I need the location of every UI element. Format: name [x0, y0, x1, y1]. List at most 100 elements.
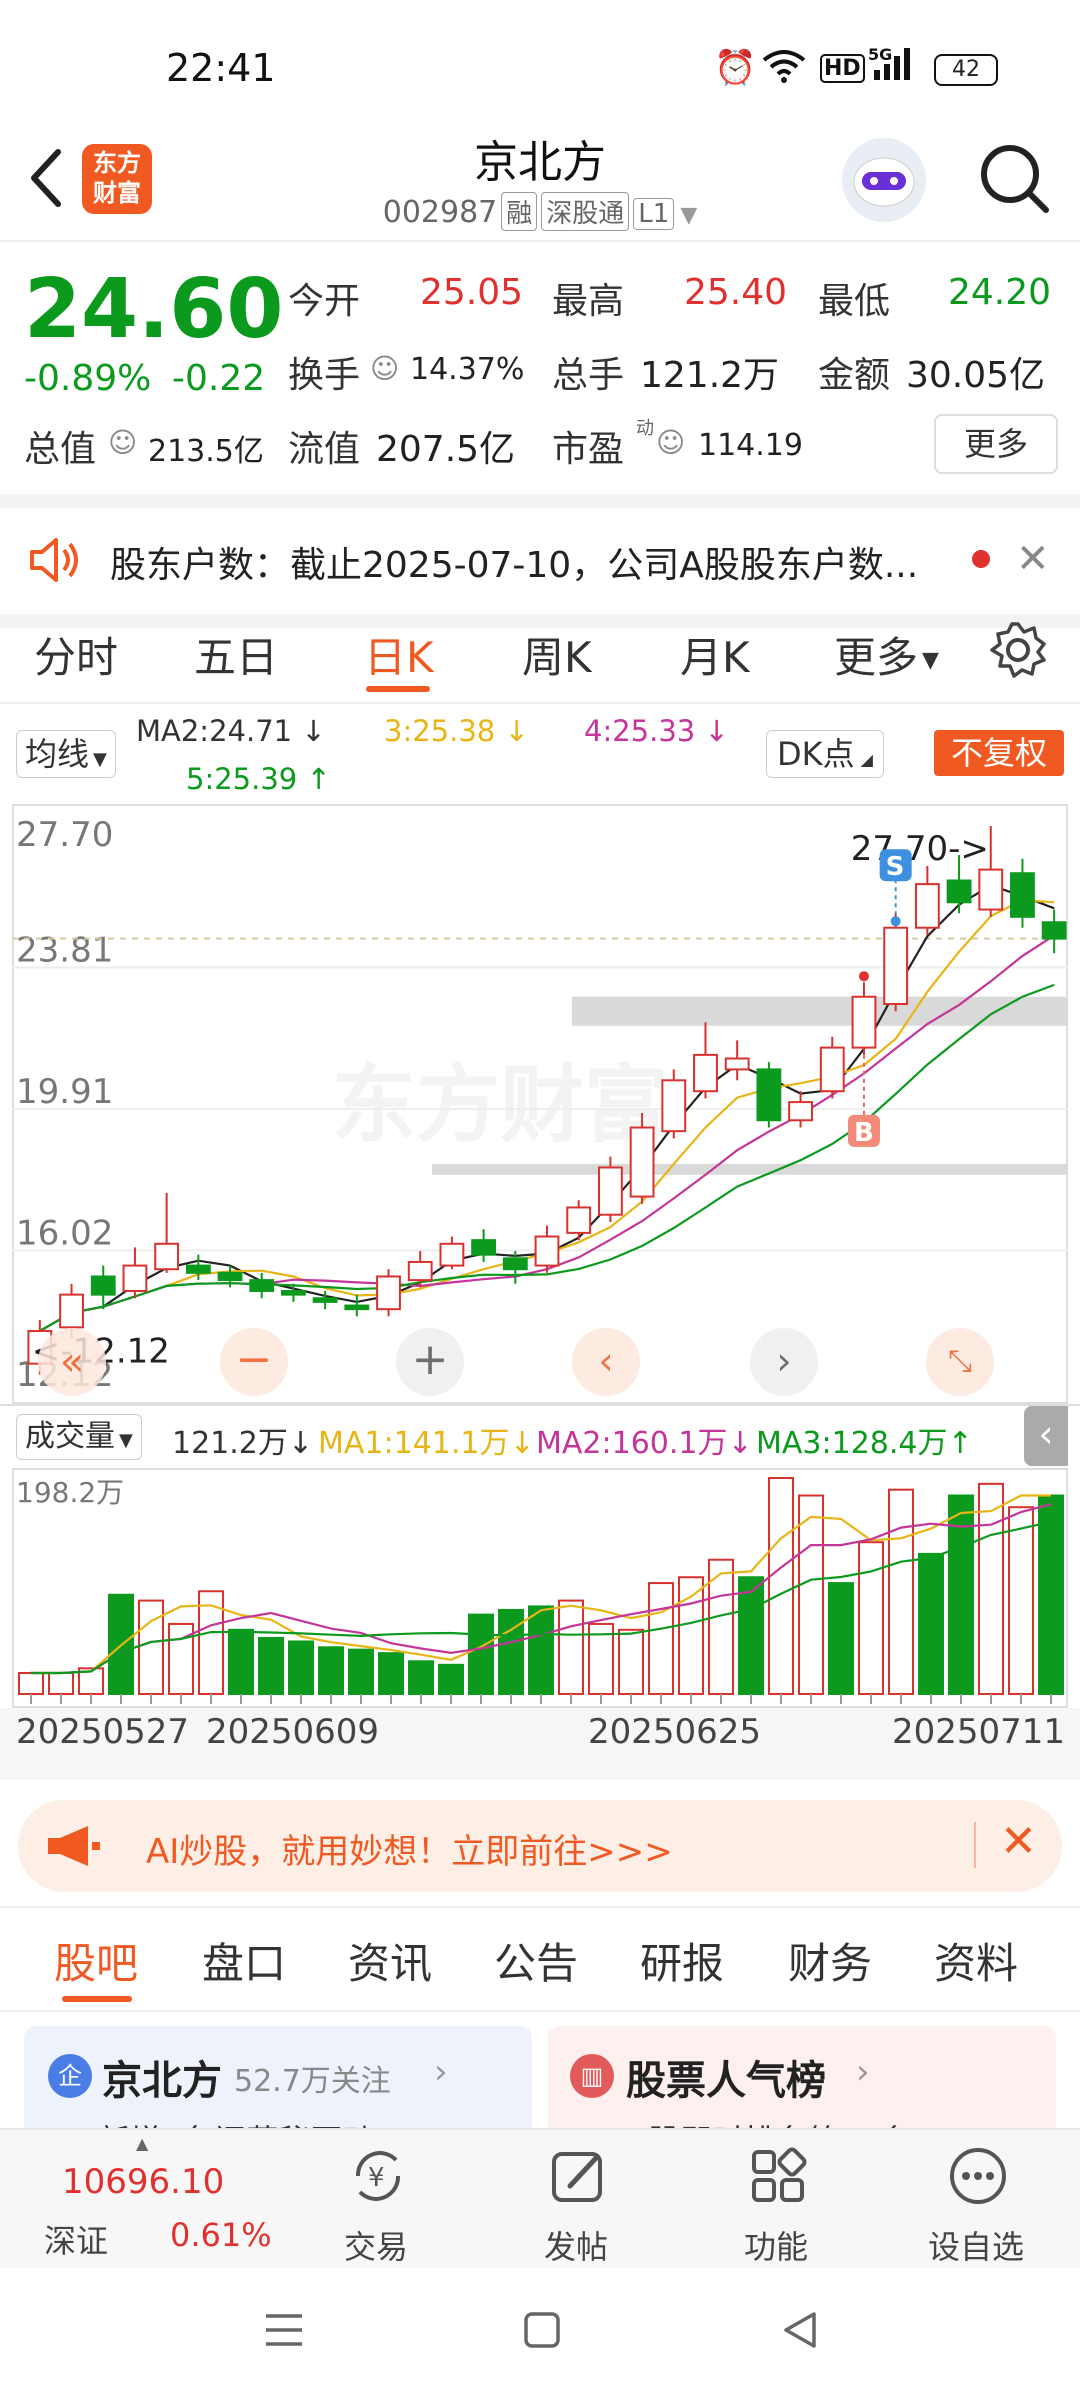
tab-research[interactable]: 研报 [640, 1930, 724, 1991]
company-card[interactable]: 企 京北方 52.7万关注 › 新增1条问董秘互动 [24, 2026, 532, 2136]
close-icon[interactable]: ✕ [1016, 536, 1050, 582]
candle-body [724, 1057, 750, 1071]
float-value: 207.5亿 [376, 429, 516, 470]
tab-intraday[interactable]: 分时 [34, 624, 118, 685]
back-nav-icon[interactable] [778, 2308, 822, 2356]
volume-max-label: 198.2万 [16, 1476, 124, 1509]
ai-banner[interactable]: AI炒股，就用妙想！立即前往>>> ✕ [18, 1800, 1062, 1892]
home-icon[interactable] [520, 2308, 564, 2356]
candle-body [59, 1293, 84, 1329]
vol-ma2-text: MA2:160.1万 [536, 1426, 728, 1461]
tab-weekly-k[interactable]: 周K [522, 624, 592, 685]
volume-bar [408, 1660, 434, 1695]
battery-level: 42 [952, 57, 980, 82]
dk-point-select[interactable]: DK点 ◢ [766, 730, 884, 778]
change-value: -0.22 [172, 358, 266, 399]
grid-icon [746, 2144, 810, 2212]
tab-news[interactable]: 资讯 [348, 1930, 432, 1991]
chevron-down-icon[interactable]: ▼ [680, 203, 697, 228]
tab-orderbook[interactable]: 盘口 [202, 1930, 286, 1991]
search-icon[interactable] [976, 140, 1052, 216]
volume-bar [858, 1541, 884, 1695]
robot-avatar-icon[interactable] [842, 138, 926, 222]
candle-body [788, 1101, 813, 1122]
ma-select[interactable]: 均线 ▼ [16, 730, 116, 778]
expand-icon[interactable]: ⤡ [926, 1328, 994, 1396]
tab-more[interactable]: 更多 ▼ [834, 624, 939, 685]
status-bar: 22:41 ⏰ HD 5G 42 [0, 0, 1080, 130]
volume-bar [558, 1599, 584, 1695]
index-value[interactable]: 10696.10 [62, 2162, 224, 2202]
collapse-button[interactable]: ‹ [1024, 1406, 1068, 1466]
tab-monthly-k[interactable]: 月K [680, 624, 750, 685]
ma-line [39, 983, 1055, 1332]
volume-label: 总手 [552, 355, 625, 396]
candle-body [281, 1290, 306, 1296]
ma4-value: 4:25.33 ↓ [584, 714, 729, 748]
volume-bar [828, 1582, 854, 1695]
popularity-card[interactable]: ▥ 股票人气榜 › A股即时排名第84名 [548, 2026, 1056, 2136]
tag-margin: 融 [501, 192, 538, 231]
candle-body [566, 1206, 592, 1234]
chevron-right-icon: › [856, 2052, 870, 2092]
alarm-icon: ⏰ [714, 48, 757, 88]
adjust-button[interactable]: 不复权 [934, 730, 1064, 776]
prev-button[interactable]: ‹ [572, 1328, 640, 1396]
rewind-button[interactable]: « [38, 1328, 106, 1396]
price-band [432, 1163, 1068, 1175]
edit-icon [546, 2144, 610, 2212]
y-tick-label: 19.91 [16, 1072, 113, 1112]
volume-chart[interactable]: 198.2万 [12, 1468, 1068, 1708]
battery-icon: 42 [934, 54, 998, 86]
bottom-toolbar: ▲ 10696.10 深证 0.61% ¥ 交易 发帖 功能 设自选 [0, 2128, 1080, 2270]
info-icon[interactable]: ☺ [108, 426, 137, 459]
kline-chart[interactable]: 东方财富27.7023.8119.9116.0212.1227.70-><-12… [12, 804, 1068, 1404]
volume-bar [678, 1576, 704, 1695]
divider [0, 1404, 1080, 1406]
tab-five-day[interactable]: 五日 [194, 624, 278, 685]
dk-point-label: DK点 [777, 735, 855, 773]
tab-announcements[interactable]: 公告 [494, 1930, 578, 1991]
candle-body [122, 1264, 148, 1293]
candle-body [946, 879, 972, 904]
volume-bar [498, 1608, 524, 1695]
next-button[interactable]: › [750, 1328, 818, 1396]
volume-bar [468, 1613, 494, 1695]
company-follow-count: 52.7万关注 [234, 2064, 391, 2099]
candle-body [1041, 921, 1067, 940]
divider [974, 1822, 976, 1868]
tab-profile[interactable]: 资料 [934, 1930, 1018, 1991]
vol-ma1: MA1:141.1万↓ [318, 1426, 535, 1461]
volume-select[interactable]: 成交量 ▼ [16, 1414, 142, 1460]
vol-ma3-text: MA3:128.4万 [756, 1426, 948, 1461]
speaker-icon [26, 536, 82, 588]
low-label: 最低 [818, 281, 891, 322]
divider [0, 2010, 1080, 2012]
x-tick-label: 20250609 [206, 1712, 380, 1752]
candle-body [439, 1242, 465, 1267]
tab-forum[interactable]: 股吧 [54, 1930, 138, 1991]
popularity-card-title: 股票人气榜 [626, 2058, 826, 2104]
candle-body [914, 883, 940, 929]
tab-daily-k[interactable]: 日K [364, 624, 434, 685]
index-pct: 0.61% [170, 2216, 272, 2254]
ma5-value: 5:25.39 ↑ [186, 762, 331, 796]
info-icon[interactable]: ☺ [656, 426, 685, 459]
notice-bar[interactable]: 股东户数：截止2025-07-10，公司A股股东户数... ✕ [0, 494, 1080, 628]
zoom-out-button[interactable]: − [220, 1328, 288, 1396]
gear-icon[interactable] [988, 620, 1048, 684]
more-button[interactable]: 更多 [934, 414, 1058, 474]
tab-financials[interactable]: 财务 [788, 1930, 872, 1991]
status-time: 22:41 [166, 46, 276, 90]
info-icon[interactable]: ☺ [370, 352, 399, 385]
zoom-in-button[interactable]: + [396, 1328, 464, 1396]
close-icon[interactable]: ✕ [1000, 1816, 1037, 1867]
volume-bar [768, 1477, 794, 1695]
candle-body [756, 1068, 782, 1122]
stock-code: 002987 [382, 195, 498, 230]
volume-bar [258, 1636, 284, 1695]
x-tick-label: 20250711 [892, 1712, 1066, 1752]
menu-icon[interactable] [262, 2308, 306, 2356]
functions-label: 功能 [743, 2228, 808, 2266]
amount-label: 金额 [818, 355, 891, 396]
